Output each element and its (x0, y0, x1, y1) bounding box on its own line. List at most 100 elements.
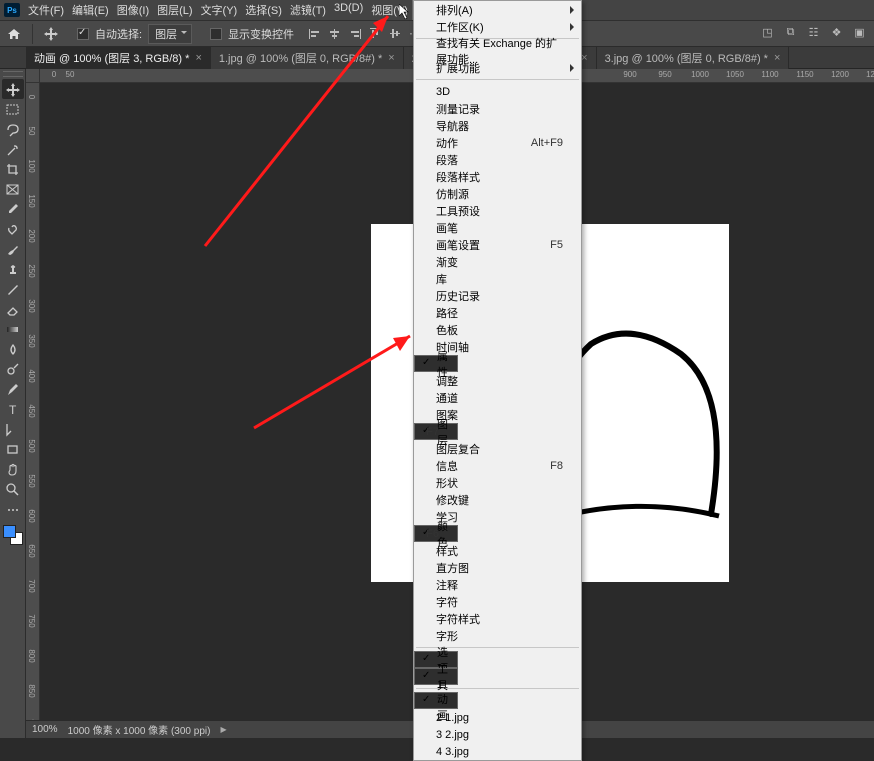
tool-lasso[interactable] (2, 119, 24, 139)
zoom-level[interactable]: 100% (32, 724, 58, 735)
auto-select-dropdown[interactable]: 图层 (148, 24, 192, 44)
menu-entry[interactable]: 路径 (414, 304, 581, 321)
show-transform-label: 显示变换控件 (228, 26, 294, 42)
menu-entry[interactable]: 仿制源 (414, 185, 581, 202)
menu-entry[interactable]: 色板 (414, 321, 581, 338)
menu-item-5[interactable]: 选择(S) (241, 0, 286, 20)
menu-entry[interactable]: 段落 (414, 151, 581, 168)
home-icon[interactable] (6, 26, 22, 42)
menu-item-6[interactable]: 滤镜(T) (286, 0, 330, 20)
mode-icon-4[interactable]: ❖ (828, 24, 845, 41)
align-vcenter-icon[interactable] (386, 25, 403, 42)
tool-eraser[interactable] (2, 299, 24, 319)
menu-entry[interactable]: 样式 (414, 542, 581, 559)
tool-blur[interactable] (2, 339, 24, 359)
menu-item-1[interactable]: 编辑(E) (68, 0, 113, 20)
tool-wand[interactable] (2, 139, 24, 159)
menu-entry[interactable]: 图层复合 (414, 440, 581, 457)
tool-brush[interactable] (2, 239, 24, 259)
align-hcenter-icon[interactable] (326, 25, 343, 42)
close-icon[interactable]: × (581, 52, 587, 64)
menu-entry[interactable]: 渐变 (414, 253, 581, 270)
menu-entry[interactable]: 排列(A) (414, 1, 581, 18)
menu-entry-label: 2 1.jpg (436, 712, 469, 724)
tool-eyedrop[interactable] (2, 199, 24, 219)
tool-pen[interactable] (2, 379, 24, 399)
menu-entry[interactable]: 修改键 (414, 491, 581, 508)
tool-zoom[interactable] (2, 479, 24, 499)
menu-entry[interactable]: 工具预设 (414, 202, 581, 219)
menu-entry[interactable]: 1 动画 (414, 692, 458, 709)
menu-entry[interactable]: 通道 (414, 389, 581, 406)
menu-entry[interactable]: 直方图 (414, 559, 581, 576)
menu-item-7[interactable]: 3D(D) (330, 0, 367, 20)
document-tab[interactable]: 动画 @ 100% (图层 3, RGB/8) *× (26, 47, 211, 69)
menu-item-2[interactable]: 图像(I) (113, 0, 153, 20)
document-tab[interactable]: 1.jpg @ 100% (图层 0, RGB/8#) *× (211, 47, 404, 69)
color-swatches[interactable] (3, 525, 23, 545)
menu-item-4[interactable]: 文字(Y) (197, 0, 242, 20)
align-left-icon[interactable] (306, 25, 323, 42)
menu-entry[interactable]: 调整 (414, 372, 581, 389)
menu-entry-label: 3D (436, 86, 450, 98)
menu-item-8[interactable]: 视图(V) (367, 0, 412, 20)
menu-entry[interactable]: 3 2.jpg (414, 726, 581, 743)
tool-type[interactable]: T (2, 399, 24, 419)
menu-entry[interactable]: 导航器 (414, 117, 581, 134)
align-right-icon[interactable] (346, 25, 363, 42)
menu-item-0[interactable]: 文件(F) (24, 0, 68, 20)
menu-entry[interactable]: 库 (414, 270, 581, 287)
menu-entry-label: 路径 (436, 305, 458, 321)
tool-heal[interactable] (2, 219, 24, 239)
show-transform-checkbox[interactable] (210, 28, 222, 40)
menu-entry[interactable]: 形状 (414, 474, 581, 491)
menu-entry[interactable]: 画笔 (414, 219, 581, 236)
tool-stamp[interactable] (2, 259, 24, 279)
menu-entry[interactable]: 工具 (414, 668, 458, 685)
tool-frame[interactable] (2, 179, 24, 199)
menu-entry[interactable]: 字符 (414, 593, 581, 610)
tool-crop[interactable] (2, 159, 24, 179)
mode-icon-5[interactable]: ▣ (851, 24, 868, 41)
mode-icon-3[interactable]: ☷ (805, 24, 822, 41)
tool-more[interactable] (2, 499, 24, 519)
menu-entry[interactable]: 测量记录 (414, 100, 581, 117)
menu-entry[interactable]: 注释 (414, 576, 581, 593)
menu-entry[interactable]: 工作区(K) (414, 18, 581, 35)
mode-icon-2[interactable]: ⧉ (782, 24, 799, 41)
tool-history[interactable] (2, 279, 24, 299)
menu-entry[interactable]: 动作Alt+F9 (414, 134, 581, 151)
chevron-right-icon[interactable]: ▶ (220, 725, 226, 734)
tool-hand[interactable] (2, 459, 24, 479)
menu-entry[interactable]: 历史记录 (414, 287, 581, 304)
menu-entry[interactable]: 3D (414, 83, 581, 100)
menu-entry[interactable]: 属性 (414, 355, 458, 372)
menu-entry[interactable]: 颜色F6 (414, 525, 458, 542)
menu-entry[interactable]: 字符样式 (414, 610, 581, 627)
mode-icon-1[interactable]: ◳ (759, 24, 776, 41)
tool-grad[interactable] (2, 319, 24, 339)
menu-entry[interactable]: 选项 (414, 651, 458, 668)
auto-select-checkbox[interactable] (77, 28, 89, 40)
menu-entry[interactable]: 字形 (414, 627, 581, 644)
menu-item-3[interactable]: 图层(L) (153, 0, 196, 20)
tool-dodge[interactable] (2, 359, 24, 379)
tool-path[interactable] (2, 419, 24, 439)
menu-entry[interactable]: 信息F8 (414, 457, 581, 474)
close-icon[interactable]: × (388, 52, 394, 64)
menu-entry[interactable]: 扩展功能 (414, 59, 581, 76)
menu-entry[interactable]: 画笔设置F5 (414, 236, 581, 253)
document-tab[interactable]: 3.jpg @ 100% (图层 0, RGB/8#) *× (597, 47, 790, 69)
tool-rect[interactable] (2, 439, 24, 459)
tool-move[interactable] (2, 79, 24, 99)
menu-entry[interactable]: 2 1.jpg (414, 709, 581, 726)
tool-marquee[interactable] (2, 99, 24, 119)
menu-entry[interactable]: 4 3.jpg (414, 743, 581, 760)
menu-entry[interactable]: 段落样式 (414, 168, 581, 185)
close-icon[interactable]: × (195, 52, 201, 64)
align-top-icon[interactable] (366, 25, 383, 42)
menu-entry[interactable]: 查找有关 Exchange 的扩展功能... (414, 42, 581, 59)
close-icon[interactable]: × (774, 52, 780, 64)
menu-entry[interactable]: 图层F7 (414, 423, 458, 440)
toolbox-grip[interactable] (3, 71, 23, 77)
